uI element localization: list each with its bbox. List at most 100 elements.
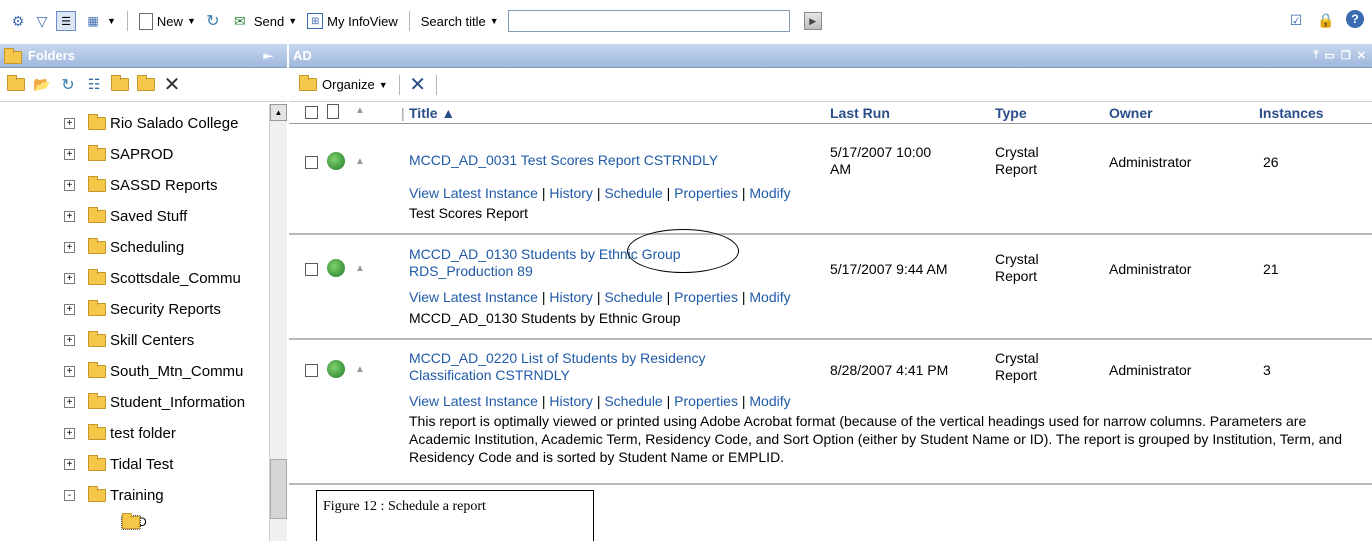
- tree-item-scheduling[interactable]: + Scheduling: [64, 237, 184, 257]
- send-icon: ✉: [233, 12, 246, 29]
- report-title-link[interactable]: MCCD_AD_0220 List of Students by Residen…: [409, 350, 705, 384]
- filter-icon[interactable]: ▽: [32, 11, 52, 31]
- collapse-icon[interactable]: -: [64, 489, 75, 501]
- view-latest-instance-link[interactable]: View Latest Instance: [409, 393, 538, 409]
- tree-item-saprod[interactable]: + SAPROD: [64, 144, 173, 164]
- copy-folder-icon[interactable]: [136, 75, 156, 95]
- tree-item-training[interactable]: - Training: [64, 485, 164, 505]
- row-checkbox[interactable]: [305, 364, 318, 377]
- scroll-up-icon[interactable]: ▲: [270, 104, 287, 121]
- refresh-icon[interactable]: ↻: [203, 11, 223, 31]
- tree-item-test-folder[interactable]: + test folder: [64, 423, 176, 443]
- view-options-button[interactable]: ▦ ▼: [80, 9, 119, 33]
- view-latest-instance-link[interactable]: View Latest Instance: [409, 289, 538, 305]
- window-controls: ⤒ ▭ ❐ ✕: [1314, 49, 1366, 62]
- expand-icon[interactable]: +: [64, 303, 75, 315]
- select-all-checkbox[interactable]: [305, 106, 318, 119]
- search-title-dropdown[interactable]: Search title ▼: [418, 9, 502, 33]
- view-latest-instance-link[interactable]: View Latest Instance: [409, 185, 538, 201]
- tree-item-label: Skill Centers: [110, 331, 195, 349]
- list-view-icon: ▦: [87, 14, 99, 28]
- tree-item-south-mtn[interactable]: + South_Mtn_Commu: [64, 361, 243, 381]
- up-arrow-icon: ▲: [355, 263, 365, 274]
- my-infoview-button[interactable]: ⊞ My InfoView: [304, 9, 401, 33]
- tree-item-sassd-reports[interactable]: + SASSD Reports: [64, 175, 218, 195]
- refresh-icon[interactable]: ↻: [58, 75, 78, 95]
- tree-item-label: Saved Stuff: [110, 207, 188, 225]
- column-last-run[interactable]: Last Run: [830, 105, 890, 121]
- report-title-link[interactable]: MCCD_AD_0031 Test Scores Report CSTRNDLY: [409, 152, 718, 168]
- tree-item-rio-salado-college[interactable]: + Rio Salado College: [64, 113, 238, 133]
- expand-icon[interactable]: +: [64, 179, 75, 191]
- column-title[interactable]: Title ▲: [409, 105, 455, 121]
- row-checkbox[interactable]: [305, 263, 318, 276]
- new-button-label: New: [156, 13, 183, 29]
- schedule-link[interactable]: Schedule: [604, 393, 662, 409]
- organize-label: Organize: [322, 77, 375, 92]
- help-icon[interactable]: ?: [1346, 10, 1364, 28]
- expand-icon[interactable]: +: [64, 272, 75, 284]
- tree-item-security-reports[interactable]: + Security Reports: [64, 299, 221, 319]
- new-folder-icon[interactable]: [6, 75, 26, 95]
- folder-tree-scrollbar[interactable]: ▲: [269, 104, 287, 541]
- properties-link[interactable]: Properties: [674, 393, 738, 409]
- expand-icon[interactable]: +: [64, 365, 75, 377]
- new-document-icon: [138, 12, 153, 30]
- history-link[interactable]: History: [549, 289, 593, 305]
- move-folder-icon[interactable]: [110, 75, 130, 95]
- schedule-link[interactable]: Schedule: [604, 185, 662, 201]
- lock-icon[interactable]: 🔒: [1316, 10, 1336, 30]
- tree-item-ad[interactable]: AD: [121, 512, 147, 532]
- folder-tree: ───── + Rio Salado College + SAPROD + SA…: [0, 104, 270, 541]
- folder-properties-icon[interactable]: ☷: [84, 75, 104, 95]
- type-line: Crystal: [995, 251, 1039, 267]
- expand-icon[interactable]: +: [64, 427, 75, 439]
- column-instances[interactable]: Instances: [1259, 105, 1324, 121]
- details-view-icon[interactable]: ☰: [56, 11, 76, 31]
- report-owner: Administrator: [1109, 261, 1192, 277]
- history-link[interactable]: History: [549, 185, 593, 201]
- tree-item-scottsdale[interactable]: + Scottsdale_Commu: [64, 268, 241, 288]
- tree-item-skill-centers[interactable]: + Skill Centers: [64, 330, 194, 350]
- schedule-link[interactable]: Schedule: [604, 289, 662, 305]
- expand-icon[interactable]: +: [64, 117, 75, 129]
- properties-link[interactable]: Properties: [674, 289, 738, 305]
- tree-item-saved-stuff[interactable]: + Saved Stuff: [64, 206, 187, 226]
- close-icon[interactable]: ✕: [1357, 49, 1366, 62]
- scrollbar-thumb[interactable]: [270, 459, 287, 519]
- modify-link[interactable]: Modify: [749, 289, 790, 305]
- delete-icon[interactable]: ✕: [408, 74, 428, 96]
- expand-icon[interactable]: +: [64, 334, 75, 346]
- report-description: MCCD_AD_0130 Students by Ethnic Group: [409, 310, 681, 326]
- pin-icon[interactable]: ⤒: [1314, 49, 1319, 62]
- restore-icon[interactable]: ❐: [1341, 49, 1351, 62]
- history-link[interactable]: History: [549, 393, 593, 409]
- expand-icon[interactable]: +: [64, 396, 75, 408]
- expand-icon[interactable]: +: [64, 458, 75, 470]
- modify-link[interactable]: Modify: [749, 185, 790, 201]
- minimize-icon[interactable]: ▭: [1325, 49, 1335, 62]
- expand-icon[interactable]: +: [64, 148, 75, 160]
- expand-icon[interactable]: +: [64, 241, 75, 253]
- search-go-button[interactable]: ▶: [803, 12, 822, 30]
- preferences-icon[interactable]: ☑: [1286, 10, 1306, 30]
- properties-link[interactable]: Properties: [674, 185, 738, 201]
- delete-icon[interactable]: ✕: [162, 74, 182, 96]
- collapse-panel-icon[interactable]: ⇤: [263, 49, 273, 63]
- new-button[interactable]: New ▼: [136, 9, 199, 33]
- column-type[interactable]: Type: [995, 105, 1027, 121]
- organize-button[interactable]: Organize ▼: [295, 73, 391, 97]
- search-input[interactable]: [507, 10, 790, 32]
- home-icon[interactable]: ⚙: [8, 11, 28, 31]
- tree-item-tidal-test[interactable]: + Tidal Test: [64, 454, 173, 474]
- expand-icon[interactable]: +: [64, 210, 75, 222]
- tree-item-partial: ─────: [100, 104, 153, 112]
- row-checkbox[interactable]: [305, 156, 318, 169]
- column-owner[interactable]: Owner: [1109, 105, 1153, 121]
- tree-item-student-information[interactable]: + Student_Information: [64, 392, 245, 412]
- toolbar-divider: [435, 74, 437, 95]
- open-folder-icon[interactable]: 📂: [32, 75, 52, 95]
- folder-icon: [7, 75, 25, 91]
- modify-link[interactable]: Modify: [749, 393, 790, 409]
- send-button[interactable]: ✉ Send ▼: [227, 9, 300, 33]
